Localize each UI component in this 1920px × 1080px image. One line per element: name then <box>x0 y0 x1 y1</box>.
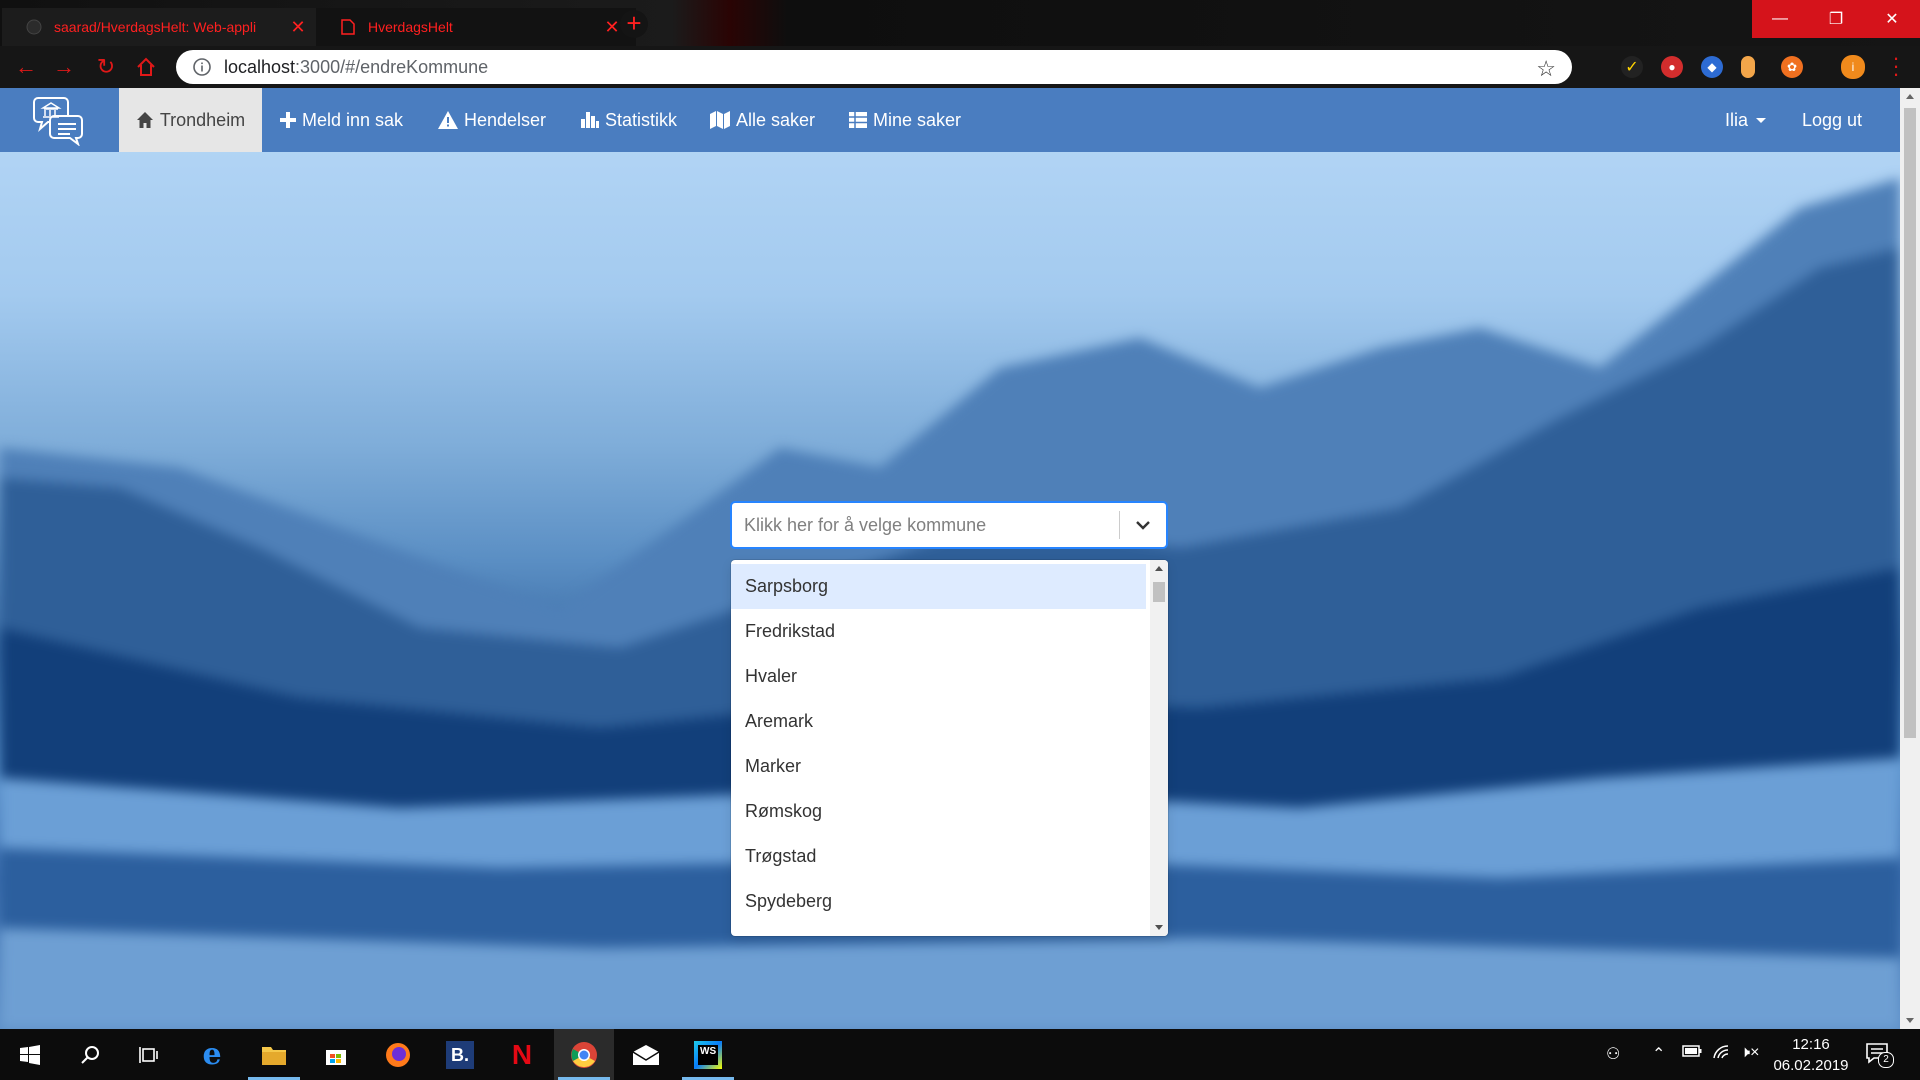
kommune-option[interactable]: Hvaler <box>731 654 1146 699</box>
page-icon <box>340 19 356 35</box>
nav-meld-label: Meld inn sak <box>302 109 404 130</box>
home-button-icon[interactable] <box>130 51 162 83</box>
browser-menu-icon[interactable]: · · · <box>1886 47 1906 85</box>
kommune-select-placeholder: Klikk her for å velge kommune <box>744 514 987 535</box>
bookmark-star-icon[interactable]: ☆ <box>1536 56 1556 82</box>
nav-mine-label: Mine saker <box>873 109 962 130</box>
netflix-icon[interactable]: N <box>492 1029 552 1080</box>
back-icon[interactable]: ← <box>10 51 42 83</box>
bar-chart-icon <box>581 112 599 128</box>
booking-icon[interactable]: B. <box>430 1029 490 1080</box>
tab-github[interactable]: saarad/HverdagsHelt: Web-appli ✕ <box>2 8 322 46</box>
extension-bulb-icon[interactable] <box>1741 56 1755 78</box>
webstorm-icon[interactable]: WS <box>678 1029 738 1080</box>
mail-icon[interactable] <box>616 1029 676 1080</box>
volume-muted-icon[interactable]: 🕨× <box>1740 1044 1759 1062</box>
search-icon[interactable] <box>60 1029 120 1080</box>
options-scrollbar[interactable] <box>1150 560 1168 936</box>
close-tab-icon[interactable]: ✕ <box>286 17 310 38</box>
browser-title-bar: saarad/HverdagsHelt: Web-appli ✕ Hverdag… <box>0 0 1920 46</box>
chrome-icon[interactable] <box>554 1029 614 1080</box>
clock[interactable]: 12:16 06.02.2019 <box>1766 1034 1856 1076</box>
url-host: localhost <box>224 56 296 77</box>
nav-alle-saker[interactable]: Alle saker <box>710 88 815 152</box>
kommune-option[interactable]: Rømskog <box>731 789 1146 834</box>
info-icon[interactable] <box>192 57 212 77</box>
nav-home-trondheim[interactable]: Trondheim <box>119 88 262 152</box>
home-icon <box>136 112 153 128</box>
nav-hendelser-label: Hendelser <box>464 109 547 130</box>
scroll-up-arrow-icon[interactable] <box>1155 566 1163 571</box>
app-navbar: Trondheim Meld inn sak Hendelser Statist… <box>0 88 1900 152</box>
page-scrollbar[interactable] <box>1900 88 1920 1029</box>
scroll-down-arrow-icon[interactable] <box>1906 1018 1914 1023</box>
map-icon <box>710 111 730 129</box>
table-icon <box>849 112 867 128</box>
caret-down-icon <box>1756 117 1767 123</box>
extension-shield-icon[interactable]: ◆ <box>1701 56 1723 78</box>
clock-time: 12:16 <box>1792 1036 1830 1053</box>
scroll-down-arrow-icon[interactable] <box>1155 925 1163 930</box>
wifi-icon[interactable] <box>1712 1044 1732 1065</box>
tab-title: HverdagsHelt <box>368 19 453 35</box>
new-tab-button[interactable]: + <box>620 10 648 38</box>
forward-icon[interactable]: → <box>48 51 80 83</box>
task-view-icon[interactable] <box>120 1029 180 1080</box>
tab-title: saarad/HverdagsHelt: Web-appli <box>54 19 257 35</box>
hverdagshelt-logo[interactable] <box>32 94 86 147</box>
windows-taskbar: e B. N WS ⚇ ⌃ 🕨× 12:16 06.02.2019 2 <box>0 1029 1920 1080</box>
chevron-up-icon[interactable]: ⌃ <box>1652 1044 1665 1064</box>
address-bar[interactable]: localhost:3000/#/endreKommune ☆ <box>176 50 1572 84</box>
scrollbar-thumb[interactable] <box>1153 582 1165 602</box>
logout-link[interactable]: Logg ut <box>1802 88 1862 152</box>
close-window-button[interactable]: ✕ <box>1864 0 1920 38</box>
tab-hverdagshelt[interactable]: HverdagsHelt ✕ <box>316 8 636 46</box>
nav-mine-saker[interactable]: Mine saker <box>849 88 961 152</box>
url-text: localhost:3000/#/endreKommune <box>224 57 488 78</box>
nav-statistikk[interactable]: Statistikk <box>581 88 677 152</box>
start-icon[interactable] <box>0 1029 60 1080</box>
store-icon[interactable] <box>306 1029 366 1080</box>
edge-icon[interactable]: e <box>182 1029 242 1080</box>
reload-icon[interactable]: ↻ <box>90 51 122 83</box>
maximize-button[interactable]: ❐ <box>1808 0 1864 38</box>
battery-icon[interactable] <box>1682 1044 1702 1062</box>
kommune-option[interactable]: Spydeberg <box>731 879 1146 924</box>
people-icon[interactable]: ⚇ <box>1606 1044 1620 1064</box>
user-dropdown[interactable]: Ilia <box>1725 88 1767 152</box>
browser-toolbar: ← → ↻ localhost:3000/#/endreKommune ☆ ✓ … <box>0 46 1920 88</box>
warning-icon <box>438 111 458 129</box>
page-content: Trondheim Meld inn sak Hendelser Statist… <box>0 88 1900 1029</box>
kommune-option[interactable]: Marker <box>731 744 1146 789</box>
kommune-options-menu: Sarpsborg Fredrikstad Hvaler Aremark Mar… <box>731 560 1168 936</box>
nav-home-label: Trondheim <box>159 109 246 130</box>
extension-orange-icon[interactable]: ✿ <box>1781 56 1803 78</box>
scrollbar-thumb[interactable] <box>1904 108 1916 738</box>
action-center-icon[interactable]: 2 <box>1866 1042 1894 1071</box>
github-icon <box>26 19 42 35</box>
firefox-icon[interactable] <box>368 1029 428 1080</box>
kommune-option[interactable]: Fredrikstad <box>731 609 1146 654</box>
minimize-button[interactable]: — <box>1752 0 1808 38</box>
kommune-option[interactable]: Trøgstad <box>731 834 1146 879</box>
file-explorer-icon[interactable] <box>244 1029 304 1080</box>
kommune-select[interactable]: Klikk her for å velge kommune <box>731 502 1167 548</box>
extension-info-icon[interactable]: i <box>1841 55 1865 79</box>
nav-alle-label: Alle saker <box>736 109 816 130</box>
plus-icon <box>280 112 296 128</box>
extension-ublock-icon[interactable]: ● <box>1661 56 1683 78</box>
nav-statistikk-label: Statistikk <box>605 109 678 130</box>
nav-meld-inn-sak[interactable]: Meld inn sak <box>280 88 403 152</box>
chevron-down-icon[interactable] <box>1120 502 1166 548</box>
notification-count: 2 <box>1878 1052 1894 1068</box>
scroll-up-arrow-icon[interactable] <box>1906 94 1914 99</box>
kommune-option[interactable]: Aremark <box>731 699 1146 744</box>
nav-hendelser[interactable]: Hendelser <box>438 88 546 152</box>
kommune-option[interactable]: Sarpsborg <box>731 564 1146 609</box>
url-path: :3000/#/endreKommune <box>295 56 489 77</box>
user-name: Ilia <box>1725 109 1749 130</box>
kommune-options-list: Sarpsborg Fredrikstad Hvaler Aremark Mar… <box>731 564 1146 924</box>
clock-date: 06.02.2019 <box>1773 1057 1849 1074</box>
extension-check-icon[interactable]: ✓ <box>1621 56 1643 78</box>
